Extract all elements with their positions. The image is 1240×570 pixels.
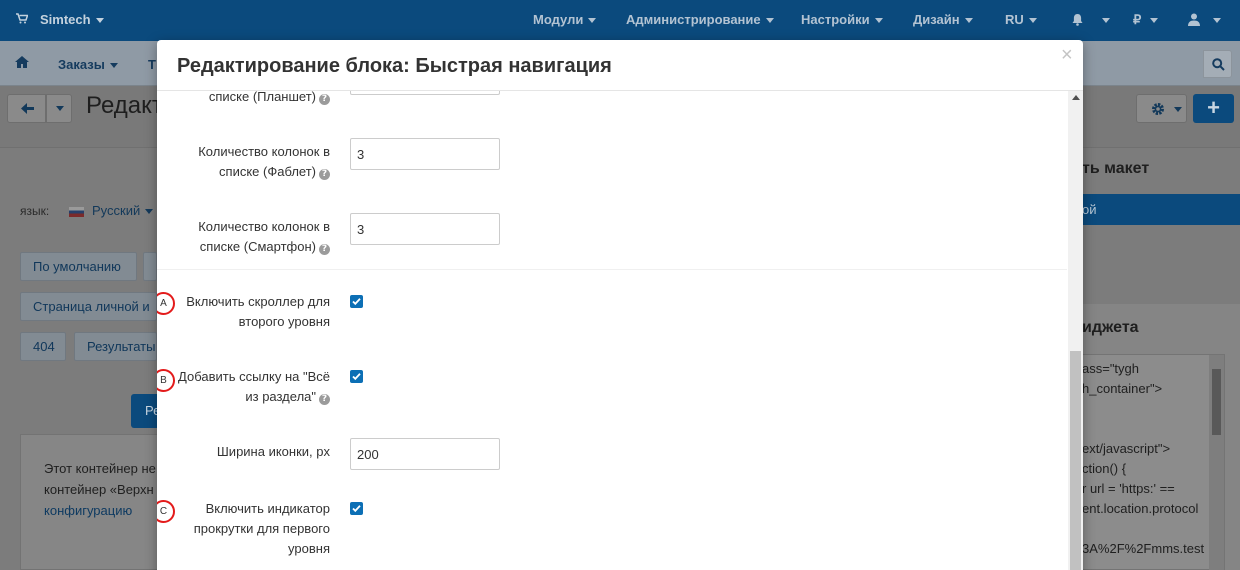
chevron-down-icon bbox=[1212, 18, 1221, 24]
layout-tab-default[interactable]: По умолчанию bbox=[20, 252, 137, 281]
menu-design[interactable]: Дизайн bbox=[913, 12, 973, 27]
add-button[interactable]: + bbox=[1193, 94, 1234, 123]
search-icon bbox=[1212, 58, 1225, 71]
widget-card-title: иджета bbox=[1082, 319, 1139, 336]
info-note-text: Этот контейнер не контейнер «Верхн конфи… bbox=[44, 461, 156, 518]
chevron-down-icon bbox=[95, 18, 104, 24]
menu-modules[interactable]: Модули bbox=[533, 12, 597, 27]
section-divider bbox=[157, 269, 1067, 270]
scroll-indicator-label: Включить индикатор прокрутки для первого… bbox=[193, 501, 330, 556]
layout-tab-truncated[interactable] bbox=[143, 252, 157, 281]
code-scrollbar[interactable] bbox=[1209, 355, 1224, 570]
code-scrollbar-thumb[interactable] bbox=[1212, 369, 1221, 435]
flag-icon bbox=[69, 206, 84, 217]
chevron-down-icon bbox=[145, 209, 154, 215]
modal-title: Редактирование блока: Быстрая навигация bbox=[177, 55, 612, 77]
phablet-columns-input[interactable] bbox=[350, 138, 500, 170]
help-icon[interactable]: ? bbox=[319, 169, 330, 180]
layout-tab-results[interactable]: Результаты bbox=[74, 332, 157, 361]
brand-name: Simtech bbox=[40, 12, 91, 27]
bell-icon bbox=[1072, 14, 1083, 26]
help-icon[interactable]: ? bbox=[319, 244, 330, 255]
chevron-down-icon bbox=[1150, 18, 1159, 24]
chevron-down-icon bbox=[56, 106, 64, 111]
scroller-checkbox[interactable] bbox=[350, 295, 363, 308]
search-button[interactable] bbox=[1203, 50, 1232, 78]
chevron-down-icon bbox=[1174, 107, 1182, 112]
scroller-label: Включить скроллер для второго уровня bbox=[186, 294, 330, 329]
arrow-left-icon bbox=[21, 103, 34, 114]
menu-orders[interactable]: Заказы bbox=[58, 57, 118, 72]
menu-language[interactable]: RU bbox=[1005, 12, 1037, 27]
chevron-down-icon bbox=[1101, 18, 1110, 24]
check-icon bbox=[352, 373, 361, 381]
history-dropdown-button[interactable] bbox=[46, 94, 72, 123]
view-all-checkbox[interactable] bbox=[350, 370, 363, 383]
scroll-indicator-checkbox[interactable] bbox=[350, 502, 363, 515]
modal-scrollbar-thumb[interactable] bbox=[1070, 351, 1081, 570]
settings-dropdown-button[interactable] bbox=[1136, 94, 1187, 123]
edit-block-modal: Редактирование блока: Быстрая навигация … bbox=[157, 40, 1083, 570]
modal-header: Редактирование блока: Быстрая навигация … bbox=[157, 40, 1083, 91]
top-navbar: Simtech Модули Администрирование Настрой… bbox=[0, 0, 1240, 41]
plus-icon: + bbox=[1207, 95, 1220, 120]
layout-panel-title: ть макет bbox=[1082, 160, 1150, 177]
phone-columns-input[interactable] bbox=[350, 213, 500, 245]
icon-width-label: Ширина иконки, px bbox=[216, 444, 330, 459]
user-menu[interactable] bbox=[1188, 12, 1221, 27]
user-icon bbox=[1188, 13, 1200, 26]
gear-icon bbox=[1152, 103, 1164, 115]
page-title: Редакт bbox=[86, 92, 163, 119]
chevron-down-icon bbox=[109, 63, 118, 69]
menu-administration[interactable]: Администрирование bbox=[626, 12, 774, 27]
chevron-down-icon bbox=[588, 18, 597, 24]
chevron-down-icon bbox=[765, 18, 774, 24]
chevron-down-icon bbox=[964, 18, 973, 24]
scroll-up-arrow-icon[interactable] bbox=[1072, 95, 1080, 100]
tablet-columns-input[interactable] bbox=[350, 91, 500, 95]
back-button[interactable] bbox=[7, 94, 46, 123]
modal-body: списке (Планшет)? Количество колонок в с… bbox=[157, 91, 1083, 570]
check-icon bbox=[352, 298, 361, 306]
chevron-down-icon bbox=[1028, 18, 1037, 24]
chevron-down-icon bbox=[874, 18, 883, 24]
layout-tab-404[interactable]: 404 bbox=[20, 332, 66, 361]
close-icon[interactable]: × bbox=[1061, 44, 1073, 67]
icon-width-input[interactable] bbox=[350, 438, 500, 470]
phone-columns-label: Количество колонок в списке (Смартфон)? bbox=[198, 219, 330, 255]
layout-tab-profile[interactable]: Страница личной и bbox=[20, 292, 157, 321]
layout-panel-button[interactable]: ой bbox=[1082, 194, 1240, 225]
tablet-columns-label: списке (Планшет)? bbox=[157, 91, 330, 107]
widget-code-textarea[interactable]: ass="tygh h_container"> ext/javascript">… bbox=[1082, 354, 1225, 570]
help-icon[interactable]: ? bbox=[319, 394, 330, 405]
currency-menu[interactable]: ₽ bbox=[1133, 12, 1159, 28]
language-selector[interactable]: Русский bbox=[69, 203, 154, 218]
modal-scrollbar[interactable] bbox=[1068, 91, 1083, 570]
check-icon bbox=[352, 505, 361, 513]
cart-icon bbox=[16, 12, 29, 27]
menu-products-truncated[interactable]: Т bbox=[148, 57, 156, 72]
phablet-columns-label: Количество колонок в списке (Фаблет)? bbox=[198, 144, 330, 180]
menu-settings[interactable]: Настройки bbox=[801, 12, 883, 27]
configuration-link[interactable]: конфигурацию bbox=[44, 503, 132, 518]
notifications-menu[interactable] bbox=[1071, 12, 1110, 27]
home-icon[interactable] bbox=[15, 56, 29, 71]
view-all-label: Добавить ссылку на "Всё из раздела"? bbox=[178, 369, 330, 405]
store-selector[interactable]: Simtech bbox=[16, 12, 104, 27]
help-icon[interactable]: ? bbox=[319, 94, 330, 105]
language-label: язык: bbox=[20, 204, 50, 218]
